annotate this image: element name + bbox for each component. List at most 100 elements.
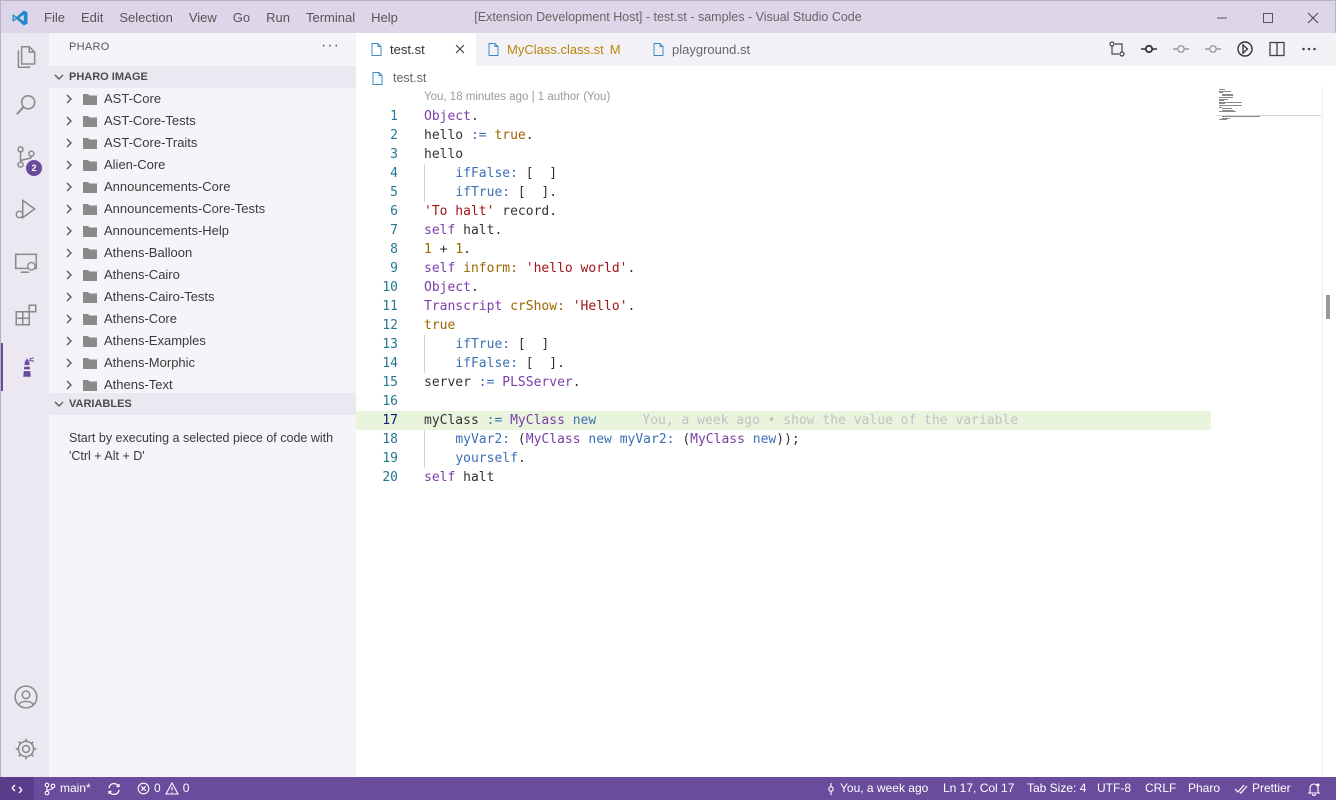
chevron-right-icon: [66, 336, 72, 346]
code-line[interactable]: 6 'To halt' record.: [356, 202, 1211, 221]
menu-selection[interactable]: Selection: [111, 1, 180, 34]
remote-explorer-button[interactable]: [1, 239, 50, 287]
tab-playground-st[interactable]: playground.st: [641, 33, 781, 66]
code-line[interactable]: 16: [356, 392, 1211, 411]
code-line[interactable]: 14 ifFalse: [ ].: [356, 354, 1211, 373]
codelens-blame[interactable]: You, 18 minutes ago | 1 author (You): [424, 91, 610, 103]
close-icon[interactable]: [454, 43, 466, 55]
code-line[interactable]: 3 hello: [356, 145, 1211, 164]
accounts-button[interactable]: [1, 673, 50, 721]
line-code: hello: [424, 147, 464, 162]
code-line[interactable]: 2 hello := true.: [356, 126, 1211, 145]
tab-test-st[interactable]: test.st: [356, 33, 476, 66]
chevron-right-icon: [66, 94, 72, 104]
chevron-right-icon: [66, 204, 72, 214]
breadcrumb[interactable]: test.st: [372, 69, 426, 87]
tab-myclass-class-st[interactable]: MyClass.class.st M: [476, 33, 641, 66]
menu-edit[interactable]: Edit: [73, 1, 111, 34]
code-line[interactable]: 15 server := PLSServer.: [356, 373, 1211, 392]
package-item[interactable]: Athens-Examples: [49, 330, 356, 352]
package-item[interactable]: Athens-Cairo-Tests: [49, 286, 356, 308]
code-line[interactable]: 12 true: [356, 316, 1211, 335]
account-icon: [13, 685, 38, 709]
package-item[interactable]: Athens-Core: [49, 308, 356, 330]
editor-scrollbar[interactable]: [1322, 87, 1336, 777]
package-label: Announcements-Help: [104, 223, 230, 238]
code-line[interactable]: 13 ifTrue: [ ]: [356, 335, 1211, 354]
branch-status[interactable]: main*: [44, 777, 91, 800]
cursor-position-status[interactable]: Ln 17, Col 17: [943, 777, 1014, 800]
pharo-run-icon[interactable]: [1236, 40, 1254, 58]
next-commit-icon[interactable]: [1204, 40, 1222, 58]
notifications-button[interactable]: [1307, 777, 1325, 800]
close-window-button[interactable]: [1290, 1, 1336, 34]
pharo-image-section-header[interactable]: PHARO IMAGE: [49, 66, 356, 88]
sync-button[interactable]: [106, 777, 126, 800]
code-line[interactable]: 8 1 + 1.: [356, 240, 1211, 259]
package-item[interactable]: Athens-Morphic: [49, 352, 356, 374]
menu-help[interactable]: Help: [363, 1, 406, 34]
menu-go[interactable]: Go: [225, 1, 258, 34]
search-button[interactable]: [1, 81, 50, 129]
line-number: 19: [382, 451, 398, 466]
prettier-status[interactable]: Prettier: [1234, 777, 1291, 800]
chevron-right-icon: [66, 248, 72, 258]
tab-size-status[interactable]: Tab Size: 4: [1027, 777, 1086, 800]
code-line[interactable]: 20 self halt: [356, 468, 1211, 487]
code-editor[interactable]: You, 18 minutes ago | 1 author (You) 1 Ob…: [356, 87, 1336, 777]
line-code: yourself.: [455, 451, 526, 466]
extensions-button[interactable]: [1, 291, 50, 339]
code-line[interactable]: 18 myVar2: (MyClass new myVar2: (MyClass…: [356, 430, 1211, 449]
pharo-button[interactable]: [1, 343, 50, 391]
package-item[interactable]: Athens-Cairo: [49, 264, 356, 286]
menu-view[interactable]: View: [181, 1, 225, 34]
code-line[interactable]: 17 myClass := MyClass new You, a week ago …: [356, 411, 1211, 430]
menu-run[interactable]: Run: [258, 1, 298, 34]
branch-name: main*: [60, 781, 91, 795]
code-line[interactable]: 19 yourself.: [356, 449, 1211, 468]
variables-section-header[interactable]: VARIABLES: [49, 393, 356, 415]
minimize-button[interactable]: [1199, 1, 1245, 34]
package-label: Athens-Cairo-Tests: [104, 289, 215, 304]
package-item[interactable]: Announcements-Core: [49, 176, 356, 198]
sidebar-more-actions-button[interactable]: ···: [321, 37, 340, 55]
language-mode-status[interactable]: Pharo: [1188, 777, 1220, 800]
code-line[interactable]: 7 self halt.: [356, 221, 1211, 240]
file-icon: [372, 71, 383, 85]
run-debug-button[interactable]: [1, 185, 50, 233]
package-item[interactable]: AST-Core-Tests: [49, 110, 356, 132]
package-item[interactable]: Announcements-Core-Tests: [49, 198, 356, 220]
previous-commit-icon[interactable]: [1172, 40, 1190, 58]
git-commit-icon[interactable]: [1140, 40, 1158, 58]
git-blame-status[interactable]: You, a week ago: [826, 777, 928, 800]
menu-terminal[interactable]: Terminal: [298, 1, 363, 34]
code-line[interactable]: 9 self inform: 'hello world'.: [356, 259, 1211, 278]
split-editor-icon[interactable]: [1268, 40, 1286, 58]
encoding-status[interactable]: UTF-8: [1097, 777, 1131, 800]
maximize-button[interactable]: [1245, 1, 1291, 34]
manage-button[interactable]: [1, 725, 50, 773]
code-line[interactable]: 4 ifFalse: [ ]: [356, 164, 1211, 183]
scrollbar-thumb[interactable]: [1326, 295, 1330, 319]
code-line[interactable]: 5 ifTrue: [ ].: [356, 183, 1211, 202]
explorer-button[interactable]: [1, 33, 50, 81]
problems-status[interactable]: 0 0: [137, 777, 189, 800]
package-item[interactable]: Alien-Core: [49, 154, 356, 176]
package-item[interactable]: Athens-Balloon: [49, 242, 356, 264]
package-item[interactable]: AST-Core-Traits: [49, 132, 356, 154]
open-changes-icon[interactable]: [1108, 40, 1126, 58]
package-item[interactable]: AST-Core: [49, 88, 356, 110]
minimap[interactable]: [1216, 87, 1321, 137]
code-line[interactable]: 1 Object.: [356, 107, 1211, 126]
eol-status[interactable]: CRLF: [1145, 777, 1176, 800]
menu-file[interactable]: File: [36, 1, 73, 34]
more-actions-icon[interactable]: [1300, 40, 1318, 58]
tab-label: test.st: [390, 42, 425, 57]
code-line[interactable]: 10 Object.: [356, 278, 1211, 297]
line-number: 15: [382, 375, 398, 390]
remote-indicator-button[interactable]: [0, 777, 34, 800]
folder-icon: [83, 116, 97, 127]
package-item[interactable]: Announcements-Help: [49, 220, 356, 242]
code-line[interactable]: 11 Transcript crShow: 'Hello'.: [356, 297, 1211, 316]
source-control-button[interactable]: 2: [1, 133, 50, 181]
